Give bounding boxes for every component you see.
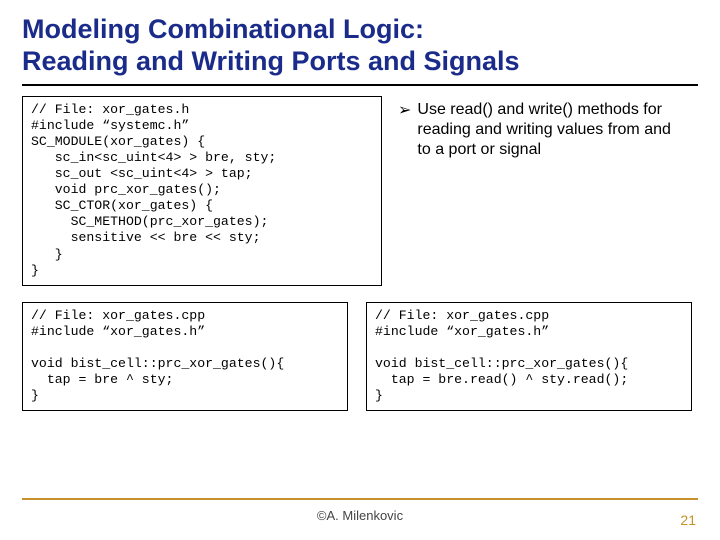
slide-title: Modeling Combinational Logic: Reading an… <box>22 14 698 78</box>
code-box-source-left: // File: xor_gates.cpp #include “xor_gat… <box>22 302 348 412</box>
page-number: 21 <box>680 512 696 528</box>
bottom-row: // File: xor_gates.cpp #include “xor_gat… <box>22 302 698 412</box>
footer: ©A. Milenkovic 21 <box>0 508 720 528</box>
bullet-text: Use read() and write() methods for readi… <box>417 100 686 160</box>
footer-divider <box>22 498 698 500</box>
title-line-1: Modeling Combinational Logic: <box>22 14 424 44</box>
bullet-item: ➢ Use read() and write() methods for rea… <box>396 96 688 160</box>
content-area: // File: xor_gates.h #include “systemc.h… <box>22 96 698 286</box>
left-column: // File: xor_gates.h #include “systemc.h… <box>22 96 382 286</box>
title-line-2: Reading and Writing Ports and Signals <box>22 46 520 76</box>
code-box-header-file: // File: xor_gates.h #include “systemc.h… <box>22 96 382 286</box>
slide: Modeling Combinational Logic: Reading an… <box>0 0 720 540</box>
author-credit: ©A. Milenkovic <box>0 508 720 523</box>
arrow-bullet-icon: ➢ <box>398 100 411 160</box>
right-column: ➢ Use read() and write() methods for rea… <box>396 96 688 286</box>
title-divider <box>22 84 698 86</box>
code-box-source-right: // File: xor_gates.cpp #include “xor_gat… <box>366 302 692 412</box>
